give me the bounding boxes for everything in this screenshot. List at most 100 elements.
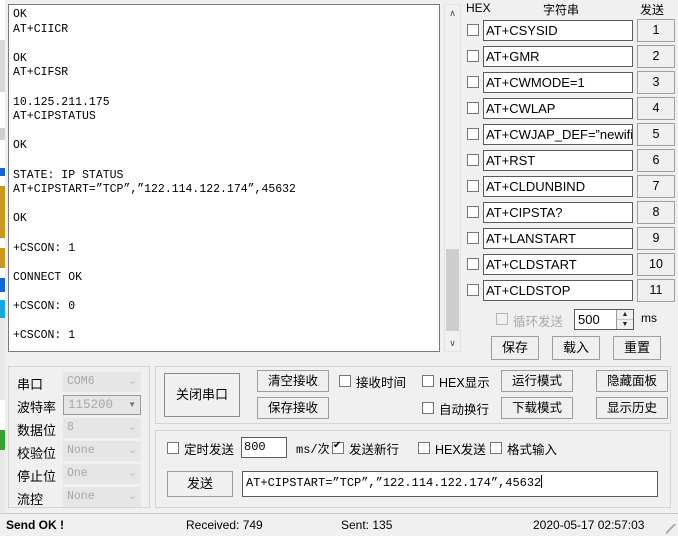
serial-setting-row-databits: 数据位 8 ⌄ xyxy=(9,417,149,440)
format-input-checkbox[interactable] xyxy=(490,442,502,454)
command-send-button[interactable]: 10 xyxy=(637,253,675,276)
command-send-button[interactable]: 11 xyxy=(637,279,675,302)
save-receive-button[interactable]: 保存接收 xyxy=(257,397,329,419)
command-hex-checkbox[interactable] xyxy=(467,180,479,192)
command-input[interactable]: AT+RST xyxy=(483,150,633,171)
timed-send-interval-input[interactable]: 800 xyxy=(241,437,287,458)
command-input[interactable]: AT+LANSTART xyxy=(483,228,633,249)
receive-terminal[interactable]: OK AT+CIICR OK AT+CIFSR 10.125.211.175 A… xyxy=(8,4,440,352)
command-hex-checkbox[interactable] xyxy=(467,102,479,114)
command-send-button[interactable]: 5 xyxy=(637,123,675,146)
send-newline-checkbox[interactable] xyxy=(332,440,344,454)
command-input[interactable]: AT+CWLAP xyxy=(483,98,633,119)
chevron-down-icon: ⌄ xyxy=(127,375,137,387)
databits-select[interactable]: 8 ⌄ xyxy=(63,418,141,438)
show-history-button[interactable]: 显示历史 xyxy=(596,397,668,419)
serial-setting-row-parity: 校验位 None ⌄ xyxy=(9,440,149,463)
command-send-button[interactable]: 7 xyxy=(637,175,675,198)
command-send-button[interactable]: 8 xyxy=(637,201,675,224)
command-input[interactable]: AT+CWJAP_DEF=”newifi_ xyxy=(483,124,633,145)
command-send-button[interactable]: 6 xyxy=(637,149,675,172)
format-input-label: 格式输入 xyxy=(507,443,558,457)
loop-interval-stepper[interactable]: 500 ▲ ▼ xyxy=(574,309,634,330)
timed-send-checkbox[interactable] xyxy=(167,442,179,454)
stopbits-select[interactable]: One ⌄ xyxy=(63,464,141,484)
command-hex-checkbox[interactable] xyxy=(467,154,479,166)
command-hex-checkbox[interactable] xyxy=(467,206,479,218)
command-hex-checkbox[interactable] xyxy=(467,50,479,62)
command-send-button[interactable]: 2 xyxy=(637,45,675,68)
close-port-button[interactable]: 关闭串口 xyxy=(164,373,240,417)
command-send-button[interactable]: 3 xyxy=(637,71,675,94)
port-label: 串口 xyxy=(17,377,44,392)
flowcontrol-select[interactable]: None ⌄ xyxy=(63,487,141,507)
serial-assistant-window: OK AT+CIICR OK AT+CIFSR 10.125.211.175 A… xyxy=(0,0,678,536)
background-window-sliver xyxy=(0,0,5,514)
command-row: AT+GMR 2 xyxy=(464,44,678,69)
download-mode-button[interactable]: 下载模式 xyxy=(501,397,573,419)
hex-send-checkbox[interactable] xyxy=(418,442,430,454)
scroll-up-arrow-icon[interactable]: ∧ xyxy=(445,5,460,21)
send-text-input[interactable]: AT+CIPSTART=”TCP”,”122.114.122.174”,4563… xyxy=(242,471,658,497)
command-hex-checkbox[interactable] xyxy=(467,232,479,244)
command-input[interactable]: AT+GMR xyxy=(483,46,633,67)
resize-grip-icon[interactable] xyxy=(666,524,676,534)
command-row: AT+CWLAP 4 xyxy=(464,96,678,121)
command-input[interactable]: AT+CIPSTA? xyxy=(483,202,633,223)
auto-wrap-checkbox[interactable] xyxy=(422,402,434,414)
send-button[interactable]: 发送 xyxy=(167,471,233,497)
command-hex-checkbox[interactable] xyxy=(467,128,479,140)
terminal-vertical-scrollbar[interactable]: ∧ ∨ xyxy=(444,4,461,352)
command-hex-checkbox[interactable] xyxy=(467,24,479,36)
parity-select[interactable]: None ⌄ xyxy=(63,441,141,461)
load-commands-button[interactable]: 载入 xyxy=(552,336,600,360)
command-row: AT+CLDSTART 10 xyxy=(464,252,678,277)
parity-label: 校验位 xyxy=(17,446,57,461)
baud-select[interactable]: 115200 ▼ xyxy=(63,395,141,415)
serial-settings-panel: 串口 COM6 ⌄ 波特率 115200 ▼ 数据位 8 ⌄ 校验位 None xyxy=(8,366,150,508)
command-row: AT+CIPSTA? 8 xyxy=(464,200,678,225)
command-hex-checkbox[interactable] xyxy=(467,76,479,88)
stepper-buttons[interactable]: ▲ ▼ xyxy=(616,310,633,329)
save-commands-button[interactable]: 保存 xyxy=(491,336,539,360)
run-mode-button[interactable]: 运行模式 xyxy=(501,370,573,392)
controls-panel: 关闭串口 清空接收 保存接收 接收时间 HEX显示 自动换行 运行模式 下载模式… xyxy=(155,366,671,424)
reset-commands-button[interactable]: 重置 xyxy=(613,336,661,360)
loop-send-checkbox[interactable] xyxy=(496,313,508,325)
chevron-down-icon: ⌄ xyxy=(127,444,137,456)
loop-interval-value[interactable]: 500 xyxy=(578,311,600,328)
status-bar: Send OK ! Received: 749 Sent: 135 2020-0… xyxy=(0,513,678,536)
command-input[interactable]: AT+CLDSTART xyxy=(483,254,633,275)
receive-time-checkbox[interactable] xyxy=(339,375,351,387)
databits-value: 8 xyxy=(67,421,74,434)
scrollbar-thumb[interactable] xyxy=(446,249,459,331)
stopbits-label: 停止位 xyxy=(17,469,57,484)
command-send-button[interactable]: 9 xyxy=(637,227,675,250)
hex-display-checkbox[interactable] xyxy=(422,375,434,387)
hide-panel-button[interactable]: 隐藏面板 xyxy=(596,370,668,392)
port-select[interactable]: COM6 ⌄ xyxy=(63,372,141,392)
text-caret xyxy=(541,475,543,488)
stepper-down-icon[interactable]: ▼ xyxy=(617,320,633,329)
stepper-up-icon[interactable]: ▲ xyxy=(617,310,633,320)
send-text-value: AT+CIPSTART=”TCP”,”122.114.122.174”,4563… xyxy=(246,476,542,490)
command-send-button[interactable]: 4 xyxy=(637,97,675,120)
loop-interval-unit: ms xyxy=(641,311,657,325)
command-input[interactable]: AT+CLDUNBIND xyxy=(483,176,633,197)
auto-wrap-label: 自动换行 xyxy=(439,403,490,417)
clear-receive-button[interactable]: 清空接收 xyxy=(257,370,329,392)
command-hex-checkbox[interactable] xyxy=(467,258,479,270)
send-newline-label: 发送新行 xyxy=(349,443,400,457)
command-input[interactable]: AT+CWMODE=1 xyxy=(483,72,633,93)
serial-setting-row-flowcontrol: 流控 None ⌄ xyxy=(9,486,149,509)
command-row: AT+CLDUNBIND 7 xyxy=(464,174,678,199)
command-input[interactable]: AT+CSYSID xyxy=(483,20,633,41)
command-send-button[interactable]: 1 xyxy=(637,19,675,42)
command-input[interactable]: AT+CLDSTOP xyxy=(483,280,633,301)
chevron-down-icon: ⌄ xyxy=(127,421,137,433)
hex-display-label: HEX显示 xyxy=(439,376,490,390)
scroll-down-arrow-icon[interactable]: ∨ xyxy=(445,335,460,351)
status-sent-count: Sent: 135 xyxy=(341,518,393,532)
command-hex-checkbox[interactable] xyxy=(467,284,479,296)
chevron-down-icon: ▼ xyxy=(128,400,136,409)
